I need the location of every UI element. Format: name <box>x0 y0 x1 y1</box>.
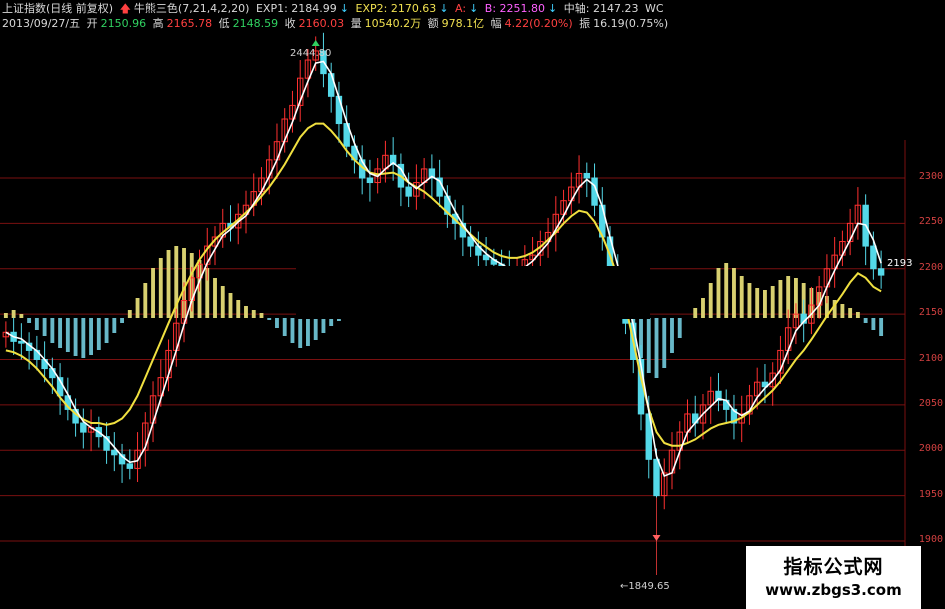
amplitude-label: 振 <box>579 17 591 30</box>
high-label: 高 <box>152 17 164 30</box>
open-value: 2150.96 <box>100 17 147 30</box>
amount-value: 978.1亿 <box>441 17 485 30</box>
amount-label: 额 <box>427 17 439 30</box>
amplitude-value: 16.19(0.75%) <box>593 17 669 30</box>
b-value: B: 2251.80 <box>484 2 546 15</box>
watermark: 指标公式网 www.zbgs3.com <box>746 546 921 609</box>
y-tick-label: 2150 <box>918 307 943 319</box>
index-name: 上证指数(日线 前复权) <box>2 2 114 15</box>
last-price-label: 2193 <box>887 258 913 269</box>
high-marker-icon <box>311 40 320 47</box>
high-price-label: 2444.80 <box>290 48 332 59</box>
exp1-value: EXP1: 2184.99 <box>255 2 337 15</box>
candle-body <box>870 245 877 270</box>
candle-body <box>583 172 591 179</box>
low-marker-icon <box>652 535 661 541</box>
mid-value: 中轴: 2147.23 <box>563 2 639 15</box>
candle-body <box>18 340 25 344</box>
blackout-area <box>296 266 650 319</box>
volume-label: 量 <box>350 17 362 30</box>
y-tick-label: 2300 <box>918 171 943 182</box>
down-arrow-icon: ↓ <box>548 2 558 15</box>
y-tick-label: 1950 <box>918 488 943 500</box>
down-arrow-icon: ↓ <box>469 2 479 15</box>
down-arrow-icon: ↓ <box>339 2 349 15</box>
high-value: 2165.78 <box>166 17 213 30</box>
candle-body <box>405 186 412 197</box>
candle-body <box>126 463 134 469</box>
change-label: 幅 <box>490 17 502 30</box>
candle-body <box>653 458 660 497</box>
a-label: A: <box>455 2 467 15</box>
y-tick-label: 2050 <box>918 397 943 409</box>
y-tick-label: 2250 <box>918 216 943 228</box>
low-price-label: ←1849.65 <box>620 581 670 592</box>
watermark-title: 指标公式网 <box>783 556 884 578</box>
y-tick-label: 2100 <box>918 352 943 364</box>
y-tick-label: 2000 <box>918 443 943 455</box>
quote-header: 2013/09/27/五 开 2150.96 高 2165.78 低 2148.59 … <box>2 17 671 31</box>
indicator-header: 上证指数(日线 前复权) 🡅 牛熊三色(7,21,4,2,20) EXP1: 21… <box>2 2 667 16</box>
candle-body <box>80 422 87 433</box>
extra-label: WC <box>644 2 664 15</box>
y-tick-label: 2200 <box>918 261 943 273</box>
open-label: 开 <box>86 17 98 30</box>
candle-body <box>366 177 374 184</box>
candle-body <box>111 449 118 456</box>
low-label: 低 <box>218 17 230 30</box>
watermark-url: www.zbgs3.com <box>765 581 902 599</box>
candle-body <box>877 268 885 276</box>
close-value: 2160.03 <box>298 17 345 30</box>
low-value: 2148.59 <box>232 17 279 30</box>
quote-date: 2013/09/27/五 <box>2 17 81 30</box>
y-tick-label: 1900 <box>918 534 943 545</box>
down-arrow-icon: ↓ <box>439 2 449 15</box>
exp2-value: EXP2: 2170.63 <box>355 2 437 15</box>
up-arrow-icon: 🡅 <box>119 2 131 15</box>
change-value: 4.22(0.20%) <box>504 17 573 30</box>
indicator-name: 牛熊三色(7,21,4,2,20) <box>133 2 250 15</box>
volume-value: 10540.2万 <box>364 17 422 30</box>
close-label: 收 <box>284 17 296 30</box>
